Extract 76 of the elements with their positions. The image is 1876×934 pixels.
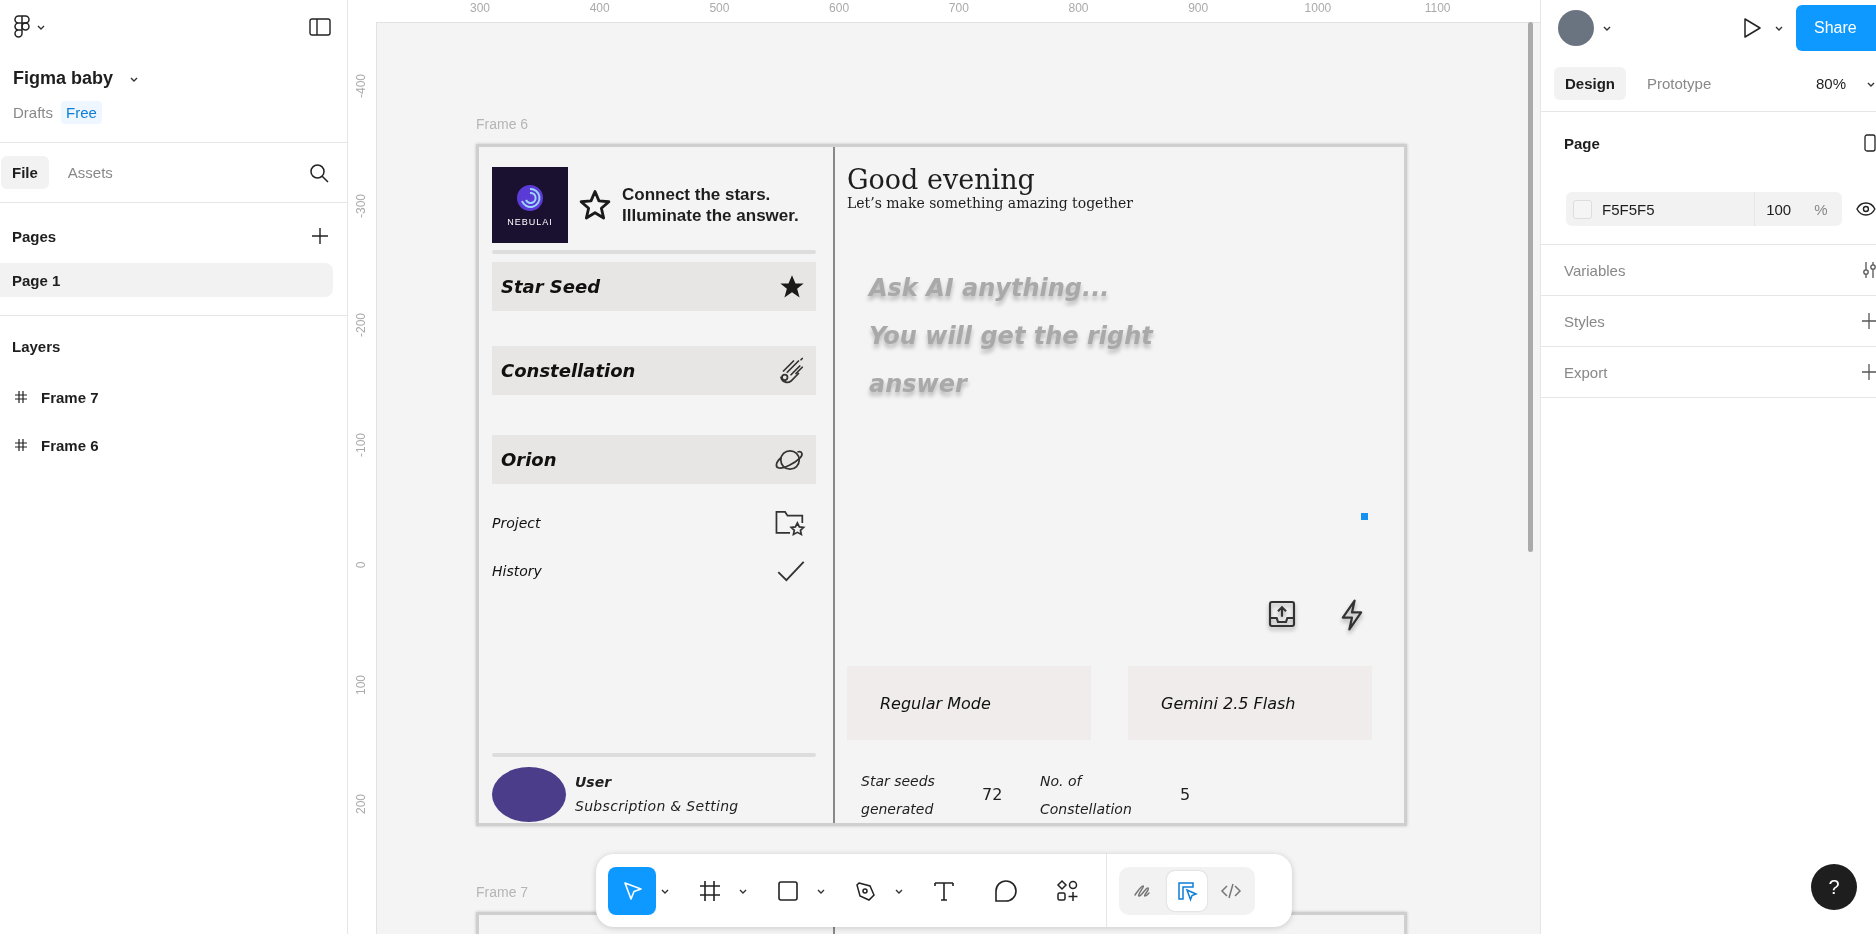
scrollbar[interactable] — [1528, 22, 1533, 552]
nav-item[interactable]: History — [492, 551, 816, 591]
section-title: Layers — [12, 337, 61, 355]
ruler-label: -200 — [354, 312, 368, 340]
user-name: User — [575, 774, 613, 790]
swirl-icon — [515, 183, 545, 213]
ruler-label: 500 — [709, 1, 730, 15]
greeting-subtitle: Let’s make something amazing together — [847, 195, 1135, 212]
file-location[interactable]: Drafts — [13, 103, 53, 121]
stat-value: 72 — [982, 785, 1004, 804]
nav-item[interactable]: Star Seed — [492, 262, 816, 311]
section-title: Pages — [12, 227, 57, 245]
file-name[interactable]: Figma baby — [13, 68, 114, 89]
sliders-icon[interactable] — [1862, 261, 1876, 279]
section-title: Styles — [1564, 312, 1605, 330]
panel-tab[interactable]: File — [1, 156, 49, 189]
ruler-label: 400 — [589, 1, 610, 15]
greeting: Good evening — [847, 165, 1036, 195]
section-title: Variables — [1564, 261, 1626, 279]
nav-item[interactable]: Constellation — [492, 346, 816, 395]
mode-button[interactable]: Gemini 2.5 Flash — [1128, 666, 1372, 740]
ruler-label: -400 — [354, 73, 368, 100]
ruler-label: 0 — [354, 560, 368, 571]
ruler-pointer-icon[interactable] — [1167, 870, 1207, 911]
color-swatch[interactable] — [1573, 199, 1592, 219]
stat-label: Star seeds generated — [861, 771, 936, 819]
ruler-label: 900 — [1188, 1, 1209, 15]
play-icon[interactable] — [1742, 17, 1762, 39]
user-subtitle[interactable]: Subscription & Setting — [575, 798, 739, 814]
page-item[interactable]: Page 1 — [0, 263, 333, 297]
section-title: Export — [1564, 363, 1608, 381]
panel-tab[interactable]: Design — [1554, 67, 1626, 100]
nav-item[interactable]: Project — [492, 503, 816, 543]
stat-label: No. of Constellation — [1040, 771, 1133, 819]
plus-icon[interactable] — [311, 227, 329, 245]
ruler-label: 100 — [354, 673, 368, 697]
fill-field[interactable]: F5F5F5 100 % — [1566, 192, 1843, 226]
logo-text: NEBULAI — [507, 217, 553, 227]
avatar-placeholder[interactable] — [1558, 10, 1594, 46]
hex-value: F5F5F5 — [1602, 200, 1656, 218]
plus-icon[interactable] — [1862, 364, 1876, 380]
check-icon — [776, 559, 806, 583]
star-outline-icon — [578, 188, 612, 222]
search-icon[interactable] — [309, 162, 329, 183]
nav-item[interactable]: Orion — [492, 435, 816, 484]
ruler-label: -300 — [354, 192, 368, 220]
zoom-level[interactable]: 80% — [1815, 75, 1846, 92]
tagline: Connect the stars. Illuminate the answer. — [622, 184, 799, 226]
ruler-label: 200 — [354, 793, 368, 817]
section-title: Page — [1564, 134, 1600, 152]
layer-item[interactable]: Frame 7 — [41, 388, 99, 406]
panel-tab[interactable]: Prototype — [1636, 67, 1723, 100]
plan-badge: Free — [61, 100, 102, 124]
ruler-label: 600 — [829, 1, 850, 15]
ruler-label: 1000 — [1304, 1, 1332, 15]
frame-icon — [15, 391, 27, 403]
upload-icon[interactable] — [1266, 598, 1298, 630]
stat-value: 5 — [1180, 785, 1192, 804]
ruler-label: 300 — [470, 1, 490, 15]
panel-tab[interactable]: Assets — [56, 156, 124, 189]
ruler-label: 1100 — [1424, 1, 1451, 15]
device-icon[interactable] — [1864, 134, 1876, 152]
ruler-label: -100 — [354, 432, 368, 460]
opacity-value: 100 — [1754, 192, 1815, 226]
layer-item[interactable]: Frame 6 — [41, 436, 99, 454]
unit-label: % — [1814, 200, 1829, 218]
figma-logo-icon[interactable] — [14, 15, 30, 39]
ruler-label: 700 — [948, 1, 969, 15]
plus-icon[interactable] — [1862, 313, 1876, 329]
mode-button[interactable]: Regular Mode — [847, 666, 1091, 740]
ruler-label: 800 — [1068, 1, 1089, 15]
eye-icon[interactable] — [1856, 202, 1876, 216]
selection-handle[interactable] — [1361, 513, 1368, 520]
folder-star-icon — [774, 509, 806, 537]
sidebar-toggle-icon[interactable] — [309, 18, 331, 36]
frame-icon — [15, 439, 27, 451]
